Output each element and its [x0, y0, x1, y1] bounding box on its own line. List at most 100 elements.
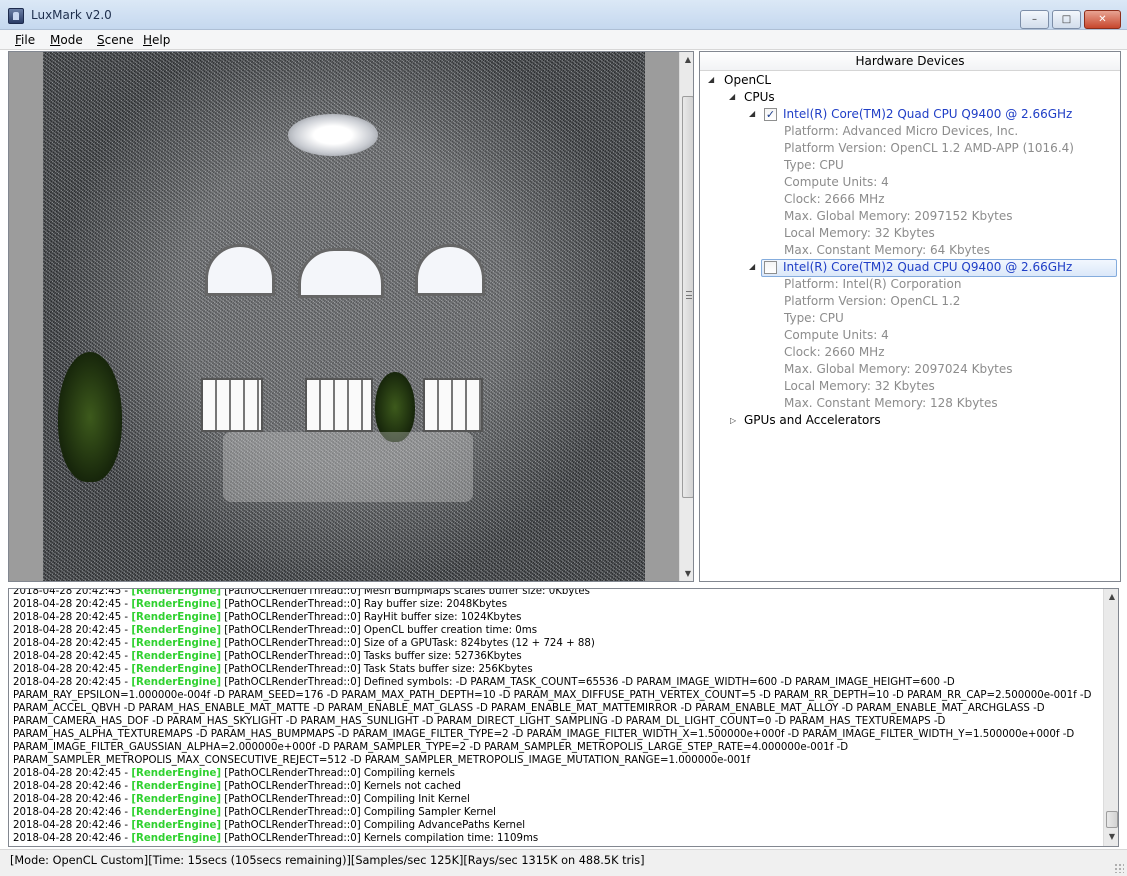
scene-arch-window — [205, 244, 275, 296]
scroll-thumb[interactable] — [682, 96, 693, 498]
log-line: PARAM_SAMPLER_METROPOLIS_MAX_CONSECUTIVE… — [13, 754, 1103, 767]
maximize-button[interactable]: □ — [1052, 10, 1081, 29]
log-line: PARAM_HAS_ALPHA_TEXTUREMAPS -D PARAM_HAS… — [13, 728, 1103, 741]
status-text: [Mode: OpenCL Custom][Time: 15secs (105s… — [10, 854, 645, 867]
tree-node-gpus[interactable]: GPUs and Accelerators — [744, 412, 881, 429]
log-timestamp: 2018-04-28 20:42:45 - — [13, 664, 132, 675]
log-panel[interactable]: 2018-04-28 20:42:45 - [RenderEngine] [Pa… — [8, 588, 1119, 847]
log-message: PARAM_SAMPLER_METROPOLIS_MAX_CONSECUTIVE… — [13, 755, 751, 766]
device2-platform-version: Platform Version: OpenCL 1.2 — [784, 294, 961, 308]
log-line: 2018-04-28 20:42:45 - [RenderEngine] [Pa… — [13, 611, 1103, 624]
close-button[interactable]: ✕ — [1084, 10, 1121, 29]
log-message: [PathOCLRenderThread::0] Kernels not cac… — [221, 781, 462, 792]
log-tag: [RenderEngine] — [131, 664, 222, 675]
log-line: 2018-04-28 20:42:46 - [RenderEngine] [Pa… — [13, 793, 1103, 806]
log-tag: [RenderEngine] — [131, 794, 222, 805]
log-tag: [RenderEngine] — [131, 599, 222, 610]
scene-dome-light — [288, 114, 378, 156]
scroll-down-icon[interactable]: ▼ — [1104, 829, 1118, 845]
log-tag: [RenderEngine] — [131, 833, 222, 844]
minimize-button[interactable]: – — [1020, 10, 1049, 29]
log-line: 2018-04-28 20:42:45 - [RenderEngine] [Pa… — [13, 598, 1103, 611]
maximize-icon: □ — [1061, 14, 1072, 25]
log-line: 2018-04-28 20:42:46 - [RenderEngine] [Pa… — [13, 819, 1103, 832]
log-line: PARAM_IMAGE_FILTER_GAUSSIAN_ALPHA=2.0000… — [13, 741, 1103, 754]
log-line: 2018-04-28 20:42:46 - [RenderEngine] [Pa… — [13, 832, 1103, 845]
scene-sofa — [223, 432, 473, 502]
device1-name[interactable]: Intel(R) Core(TM)2 Quad CPU Q9400 @ 2.66… — [783, 106, 1072, 123]
log-message: PARAM_CAMERA_HAS_DOF -D PARAM_HAS_SKYLIG… — [13, 716, 946, 727]
expand-closed-icon[interactable]: ▷ — [730, 416, 736, 425]
hardware-devices-panel: Hardware Devices ◢ OpenCL ◢ CPUs ◢ ✓ Int… — [699, 51, 1121, 582]
log-line: PARAM_RAY_EPSILON=1.000000e-004f -D PARA… — [13, 689, 1103, 702]
expand-open-icon[interactable]: ◢ — [708, 75, 714, 84]
device1-type: Type: CPU — [784, 158, 844, 172]
log-tag: [RenderEngine] — [131, 588, 222, 597]
log-line: 2018-04-28 20:42:45 - [RenderEngine] [Pa… — [13, 663, 1103, 676]
device2-local-memory: Local Memory: 32 Kbytes — [784, 379, 935, 393]
device1-global-memory: Max. Global Memory: 2097152 Kbytes — [784, 209, 1013, 223]
device2-name[interactable]: Intel(R) Core(TM)2 Quad CPU Q9400 @ 2.66… — [783, 259, 1072, 276]
checkmark-icon: ✓ — [765, 108, 776, 121]
menu-file[interactable]: File — [15, 33, 35, 47]
log-message: [PathOCLRenderThread::0] OpenCL buffer c… — [221, 625, 538, 636]
device1-checkbox[interactable]: ✓ — [764, 108, 777, 121]
title-bar: LuxMark v2.0 – □ ✕ — [0, 0, 1127, 30]
log-message: [PathOCLRenderThread::0] Size of a GPUTa… — [221, 638, 595, 649]
log-line: 2018-04-28 20:42:45 - [RenderEngine] [Pa… — [13, 767, 1103, 780]
log-timestamp: 2018-04-28 20:42:46 - — [13, 781, 132, 792]
log-timestamp: 2018-04-28 20:42:46 - — [13, 794, 132, 805]
scroll-thumb[interactable] — [1106, 811, 1118, 828]
log-timestamp: 2018-04-28 20:42:45 - — [13, 677, 132, 688]
log-line: 2018-04-28 20:42:45 - [RenderEngine] [Pa… — [13, 624, 1103, 637]
expand-open-icon[interactable]: ◢ — [749, 109, 755, 118]
device2-checkbox[interactable] — [764, 261, 777, 274]
scene-arch-window — [298, 248, 384, 298]
log-tag: [RenderEngine] — [131, 768, 222, 779]
log-message: PARAM_HAS_ALPHA_TEXTUREMAPS -D PARAM_HAS… — [13, 729, 1075, 740]
hardware-devices-header: Hardware Devices — [700, 52, 1120, 71]
log-line: 2018-04-28 20:42:45 - [RenderEngine] [Pa… — [13, 637, 1103, 650]
device1-clock: Clock: 2666 MHz — [784, 192, 885, 206]
render-view[interactable]: ▲ ▼ — [8, 51, 694, 582]
log-tag: [RenderEngine] — [131, 625, 222, 636]
log-scrollbar[interactable]: ▲ ▼ — [1103, 589, 1118, 846]
scroll-down-icon[interactable]: ▼ — [680, 566, 693, 581]
device2-global-memory: Max. Global Memory: 2097024 Kbytes — [784, 362, 1013, 376]
window-title: LuxMark v2.0 — [31, 8, 112, 22]
log-tag: [RenderEngine] — [131, 638, 222, 649]
log-tag: [RenderEngine] — [131, 820, 222, 831]
device2-constant-memory: Max. Constant Memory: 128 Kbytes — [784, 396, 998, 410]
menu-help[interactable]: Help — [143, 33, 170, 47]
scene-arch-window — [415, 244, 485, 296]
log-message: [PathOCLRenderThread::0] Mesh BumpMaps s… — [221, 588, 590, 597]
scroll-up-icon[interactable]: ▲ — [680, 52, 693, 68]
log-message: [PathOCLRenderThread::0] Ray buffer size… — [221, 599, 508, 610]
app-icon — [8, 8, 24, 24]
log-timestamp: 2018-04-28 20:42:45 - — [13, 588, 132, 597]
log-message: [PathOCLRenderThread::0] Compiling kerne… — [221, 768, 455, 779]
log-timestamp: 2018-04-28 20:42:45 - — [13, 612, 132, 623]
expand-open-icon[interactable]: ◢ — [729, 92, 735, 101]
menu-mode[interactable]: Mode — [50, 33, 83, 47]
render-scrollbar[interactable]: ▲ ▼ — [679, 52, 693, 581]
log-message: [PathOCLRenderThread::0] RayHit buffer s… — [221, 612, 522, 623]
rendered-scene-image — [43, 52, 645, 581]
device1-compute-units: Compute Units: 4 — [784, 175, 889, 189]
scene-plant — [58, 352, 122, 482]
scroll-up-icon[interactable]: ▲ — [1104, 589, 1118, 605]
log-tag: [RenderEngine] — [131, 781, 222, 792]
log-line: PARAM_CAMERA_HAS_DOF -D PARAM_HAS_SKYLIG… — [13, 715, 1103, 728]
expand-open-icon[interactable]: ◢ — [749, 262, 755, 271]
tree-node-cpus[interactable]: CPUs — [744, 89, 775, 106]
log-timestamp: 2018-04-28 20:42:46 - — [13, 820, 132, 831]
log-line: 2018-04-28 20:42:45 - [RenderEngine] [Pa… — [13, 676, 1103, 689]
log-line: 2018-04-28 20:42:46 - [RenderEngine] [Pa… — [13, 780, 1103, 793]
status-bar: [Mode: OpenCL Custom][Time: 15secs (105s… — [0, 849, 1127, 876]
log-timestamp: 2018-04-28 20:42:45 - — [13, 625, 132, 636]
resize-grip-icon[interactable] — [1114, 863, 1124, 873]
menu-scene[interactable]: Scene — [97, 33, 134, 47]
log-tag: [RenderEngine] — [131, 807, 222, 818]
tree-node-opencl[interactable]: OpenCL — [724, 72, 771, 89]
log-tag: [RenderEngine] — [131, 651, 222, 662]
